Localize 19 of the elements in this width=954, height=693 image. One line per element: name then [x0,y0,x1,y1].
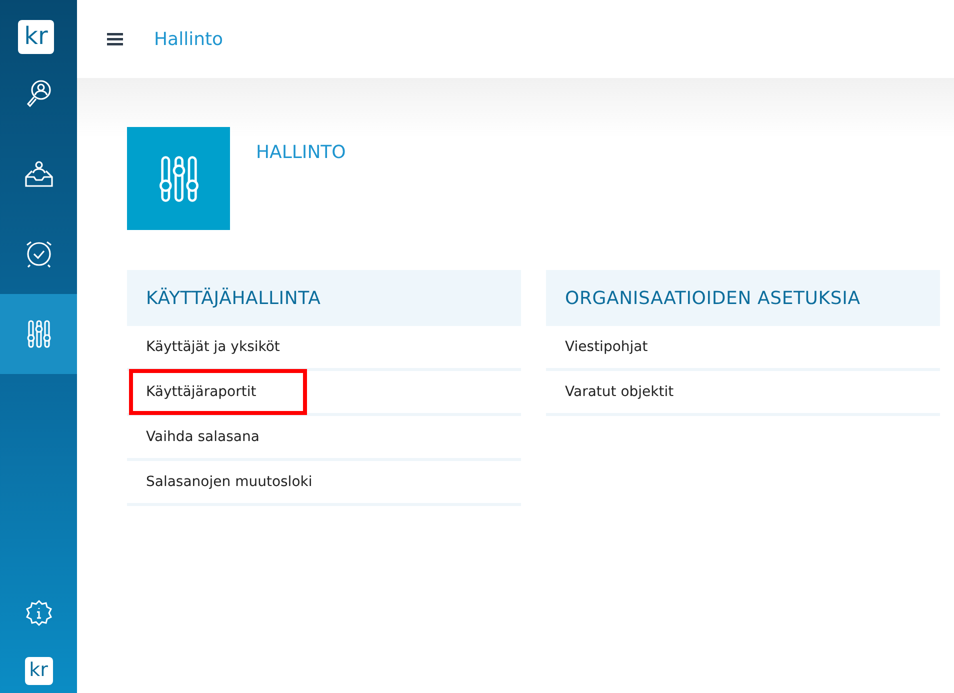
nav-item[interactable] [0,294,77,374]
page-title: HALLINTO [256,142,346,163]
search-person-icon [24,79,52,109]
menu-link[interactable]: Vaihda salasana [127,416,521,461]
logo[interactable]: kr [18,20,54,54]
section-header: KÄYTTÄJÄHALLINTA [127,270,521,326]
menu-link[interactable]: Viestipohjat [546,326,940,371]
inbox-person-icon [24,159,54,189]
header-title: Hallinto [154,28,224,50]
menu-icon[interactable] [107,32,123,46]
alarm-clock-icon [24,239,54,269]
settings-info-icon[interactable] [24,599,52,627]
menu-link[interactable]: Käyttäjät ja yksiköt [127,326,521,371]
logo[interactable]: kr [24,657,52,685]
sliders-icon [26,319,52,349]
menu-link[interactable]: Salasanojen muutosloki [127,461,521,506]
menu-link[interactable]: Varatut objektit [546,371,940,416]
menu-link[interactable]: Käyttäjäraportit [127,371,521,416]
section-header: ORGANISAATIOIDEN ASETUKSIA [546,270,940,326]
